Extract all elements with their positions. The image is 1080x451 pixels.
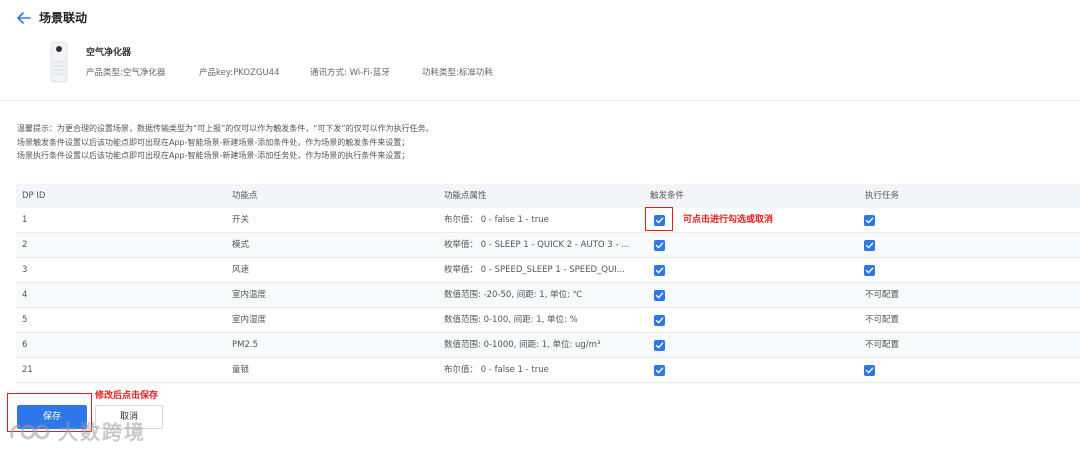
table-row: 3 风速 枚举值： 0 - SPEED_SLEEP 1 - SPEED_QUI... — [16, 258, 1080, 283]
table-row: 2 模式 枚举值： 0 - SLEEP 1 - QUICK 2 - AUTO 3 -… — [16, 233, 1080, 258]
exec-checkbox[interactable] — [864, 365, 875, 376]
cell-function: 风速 — [232, 265, 250, 275]
cell-dp-id: 5 — [22, 315, 28, 325]
cell-exec-text: 不可配置 — [865, 315, 900, 325]
tips-line-1: 温馨提示：为更合理的设置场景，数据传输类型为“可上报”的仅可以作为触发条件，“可… — [17, 124, 434, 133]
trigger-checkbox[interactable] — [654, 315, 665, 326]
air-purifier-image — [50, 41, 68, 83]
arrow-left-icon[interactable] — [16, 10, 32, 26]
power-type: 功耗类型:标准功耗 — [422, 68, 493, 78]
cell-exec-text: 不可配置 — [865, 290, 900, 300]
cell-attr: 布尔值： 0 - false 1 - true — [444, 365, 549, 375]
trigger-checkbox[interactable] — [654, 265, 665, 276]
save-tip: 修改后点击保存 — [95, 391, 159, 401]
trigger-checkbox[interactable] — [654, 340, 665, 351]
product-key: 产品key:PKOZGU44 — [199, 68, 280, 78]
watermark-logo-icon — [10, 424, 50, 440]
cell-dp-id: 4 — [22, 290, 28, 300]
exec-checkbox[interactable] — [864, 265, 875, 276]
table-row: 5 室内湿度 数值范围: 0-100, 间距: 1, 单位: % 不可配置 — [16, 308, 1080, 333]
cell-function: 开关 — [232, 215, 250, 225]
trigger-checkbox[interactable] — [654, 290, 665, 301]
table-header: DP ID 功能点 功能点属性 触发条件 执行任务 — [16, 184, 1080, 208]
cell-dp-id: 2 — [22, 240, 28, 250]
table-row: 1 开关 布尔值： 0 - false 1 - true — [16, 208, 1080, 233]
tips-notice: 温馨提示：为更合理的设置场景，数据传输类型为“可上报”的仅可以作为触发条件，“可… — [17, 122, 434, 163]
cell-dp-id: 6 — [22, 340, 28, 350]
cell-exec-text: 不可配置 — [865, 340, 900, 350]
checkbox-highlight-box — [645, 207, 673, 231]
page-header: 场景联动 空气净化器 产品类型:空气净化器 产品key:PKOZGU44 通讯方… — [0, 0, 1080, 101]
trigger-checkbox[interactable] — [654, 240, 665, 251]
cell-dp-id: 21 — [22, 365, 33, 375]
cell-dp-id: 3 — [22, 265, 28, 275]
device-name: 空气净化器 — [86, 48, 132, 58]
header-attr: 功能点属性 — [444, 191, 487, 201]
cell-function: PM2.5 — [232, 340, 258, 350]
watermark-text: 大数跨境 — [58, 420, 146, 444]
cell-function: 室内湿度 — [232, 315, 267, 325]
cell-attr: 布尔值： 0 - false 1 - true — [444, 215, 549, 225]
comm-method: 通讯方式: Wi-Fi-蓝牙 — [310, 68, 390, 78]
tips-line-2: 场景触发条件设置以后该功能点即可出现在App-智能场景-新建场景-添加条件处，作… — [17, 137, 410, 147]
cell-attr: 数值范围: 0-100, 间距: 1, 单位: % — [444, 315, 578, 325]
cell-attr: 枚举值： 0 - SPEED_SLEEP 1 - SPEED_QUI... — [444, 265, 625, 275]
header-dp-id: DP ID — [22, 191, 46, 201]
cell-function: 室内温度 — [232, 290, 267, 300]
table-row: 6 PM2.5 数值范围: 0-1000, 间距: 1, 单位: ug/m³ 不可配置 — [16, 333, 1080, 358]
cell-attr: 枚举值： 0 - SLEEP 1 - QUICK 2 - AUTO 3 - ..… — [444, 240, 630, 250]
exec-checkbox[interactable] — [864, 240, 875, 251]
trigger-checkbox[interactable] — [654, 365, 665, 376]
table-body: 1 开关 布尔值： 0 - false 1 - true 2 模式 枚举值： 0 - SL… — [16, 208, 1080, 383]
cell-function: 童锁 — [232, 365, 250, 375]
dp-table: DP ID 功能点 功能点属性 触发条件 执行任务 1 开关 布尔值： 0 - fa… — [16, 184, 1080, 383]
product-type: 产品类型:空气净化器 — [86, 68, 166, 78]
checkbox-tip: 可点击进行勾选或取消 — [683, 215, 774, 225]
cell-dp-id: 1 — [22, 215, 28, 225]
cell-function: 模式 — [232, 240, 250, 250]
table-row: 4 室内温度 数值范围: -20-50, 间距: 1, 单位: ℃ 不可配置 — [16, 283, 1080, 308]
cell-attr: 数值范围: -20-50, 间距: 1, 单位: ℃ — [444, 290, 583, 300]
table-row: 21 童锁 布尔值： 0 - false 1 - true — [16, 358, 1080, 383]
exec-checkbox[interactable] — [864, 215, 875, 226]
header-trigger: 触发条件 — [650, 191, 685, 201]
header-function: 功能点 — [232, 191, 258, 201]
page-title: 场景联动 — [39, 11, 88, 25]
cell-attr: 数值范围: 0-1000, 间距: 1, 单位: ug/m³ — [444, 340, 601, 350]
watermark: 大数跨境 — [8, 418, 146, 446]
header-exec: 执行任务 — [865, 191, 900, 201]
tips-line-3: 场景执行条件设置以后该功能点即可出现在App-智能场景-新建场景-添加任务处，作… — [17, 151, 410, 160]
